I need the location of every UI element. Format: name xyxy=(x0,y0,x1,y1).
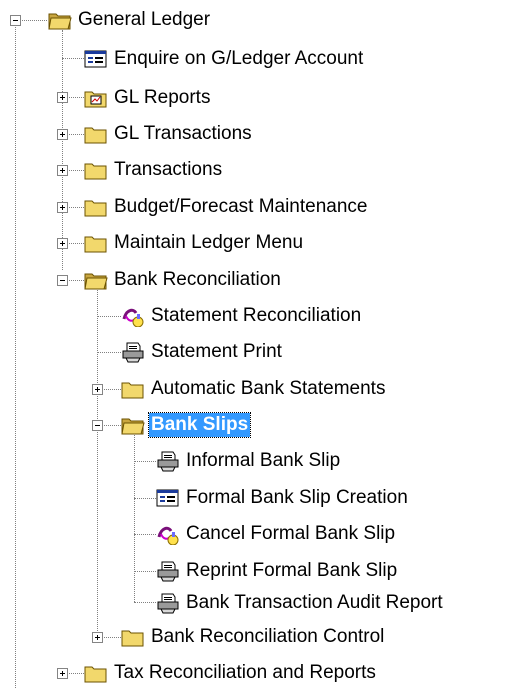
form-icon xyxy=(156,487,180,509)
tree-line xyxy=(62,58,84,59)
tree-node-reprint-formal-bank-slip[interactable]: Reprint Formal Bank Slip xyxy=(156,557,399,585)
tree-node-bank-reconciliation[interactable]: Bank Reconciliation xyxy=(84,266,283,294)
tree-node-label: Budget/Forecast Maintenance xyxy=(114,196,368,217)
expand-toggle[interactable] xyxy=(57,202,68,213)
tree-node-gl-transactions[interactable]: GL Transactions xyxy=(84,120,254,148)
tree-node-informal-bank-slip[interactable]: Informal Bank Slip xyxy=(156,447,342,475)
report-folder-icon xyxy=(84,87,108,109)
tree-node-gl-reports[interactable]: GL Reports xyxy=(84,84,212,112)
tree-node-bank-reconciliation-control[interactable]: Bank Reconciliation Control xyxy=(121,623,386,651)
folder-icon xyxy=(84,196,108,218)
folder-icon xyxy=(84,159,108,181)
tree-node-label: Enquire on G/Ledger Account xyxy=(114,48,364,69)
tree-line xyxy=(134,498,156,499)
menu-tree: General Ledger Enquire on G/Ledger Accou… xyxy=(0,0,523,688)
collapse-toggle[interactable] xyxy=(10,15,21,26)
folder-open-icon xyxy=(48,9,72,31)
tree-node-label: Reprint Formal Bank Slip xyxy=(186,560,398,581)
tree-node-label: GL Reports xyxy=(114,87,211,108)
tree-node-label: Informal Bank Slip xyxy=(186,450,341,471)
expand-toggle[interactable] xyxy=(92,632,103,643)
tree-node-label: Automatic Bank Statements xyxy=(151,378,386,399)
folder-icon xyxy=(84,662,108,684)
tree-node-budget-forecast[interactable]: Budget/Forecast Maintenance xyxy=(84,193,370,221)
tree-node-label: Tax Reconciliation and Reports xyxy=(114,662,376,683)
tree-node-automatic-bank-statements[interactable]: Automatic Bank Statements xyxy=(121,375,387,403)
tree-node-general-ledger[interactable]: General Ledger xyxy=(48,6,212,34)
tree-node-label: Cancel Formal Bank Slip xyxy=(186,523,396,544)
tree-line xyxy=(134,534,156,535)
tree-node-cancel-formal-bank-slip[interactable]: Cancel Formal Bank Slip xyxy=(156,520,397,548)
printer-icon xyxy=(156,592,180,614)
tree-node-label: GL Transactions xyxy=(114,123,252,144)
tree-node-transactions[interactable]: Transactions xyxy=(84,156,224,184)
folder-icon xyxy=(121,626,145,648)
printer-icon xyxy=(156,560,180,582)
expand-toggle[interactable] xyxy=(92,384,103,395)
printer-icon xyxy=(121,341,145,363)
tree-node-label: Transactions xyxy=(114,159,223,180)
tree-line xyxy=(134,571,156,572)
tree-node-label: Bank Transaction Audit Report xyxy=(186,592,443,613)
collapse-toggle[interactable] xyxy=(92,420,103,431)
expand-toggle[interactable] xyxy=(57,668,68,679)
tree-node-label: Bank Reconciliation xyxy=(114,269,281,290)
tree-node-formal-bank-slip-creation[interactable]: Formal Bank Slip Creation xyxy=(156,484,410,512)
folder-icon xyxy=(84,123,108,145)
tree-line xyxy=(15,24,16,688)
folder-open-icon xyxy=(84,269,108,291)
expand-toggle[interactable] xyxy=(57,238,68,249)
tree-node-bank-slips[interactable]: Bank Slips xyxy=(121,411,252,439)
process-icon xyxy=(121,305,145,327)
tree-node-maintain-ledger[interactable]: Maintain Ledger Menu xyxy=(84,229,305,257)
form-icon xyxy=(84,48,108,70)
folder-icon xyxy=(84,232,108,254)
printer-icon xyxy=(156,450,180,472)
tree-line xyxy=(97,316,121,317)
tree-node-statement-print[interactable]: Statement Print xyxy=(121,338,284,366)
tree-node-label: Statement Print xyxy=(151,341,282,362)
tree-node-tax-reconciliation[interactable]: Tax Reconciliation and Reports xyxy=(84,659,378,687)
tree-node-label: General Ledger xyxy=(78,9,211,30)
expand-toggle[interactable] xyxy=(57,129,68,140)
expand-toggle[interactable] xyxy=(57,165,68,176)
collapse-toggle[interactable] xyxy=(57,275,68,286)
tree-node-bank-transaction-audit-report[interactable]: Bank Transaction Audit Report xyxy=(156,589,445,617)
tree-line xyxy=(97,285,98,635)
process-icon xyxy=(156,523,180,545)
tree-line xyxy=(62,30,63,270)
tree-line xyxy=(134,602,156,603)
tree-node-label: Bank Reconciliation Control xyxy=(151,626,385,647)
folder-icon xyxy=(121,378,145,400)
expand-toggle[interactable] xyxy=(57,92,68,103)
tree-node-label: Formal Bank Slip Creation xyxy=(186,487,408,508)
folder-open-icon xyxy=(121,414,145,436)
tree-line xyxy=(134,461,156,462)
tree-node-enquire-ledger[interactable]: Enquire on G/Ledger Account xyxy=(84,45,365,73)
tree-node-label: Bank Slips xyxy=(147,412,252,438)
tree-node-label: Statement Reconciliation xyxy=(151,305,362,326)
tree-node-label: Maintain Ledger Menu xyxy=(114,232,304,253)
tree-node-statement-reconciliation[interactable]: Statement Reconciliation xyxy=(121,302,363,330)
tree-line xyxy=(97,352,121,353)
tree-line xyxy=(134,432,135,602)
